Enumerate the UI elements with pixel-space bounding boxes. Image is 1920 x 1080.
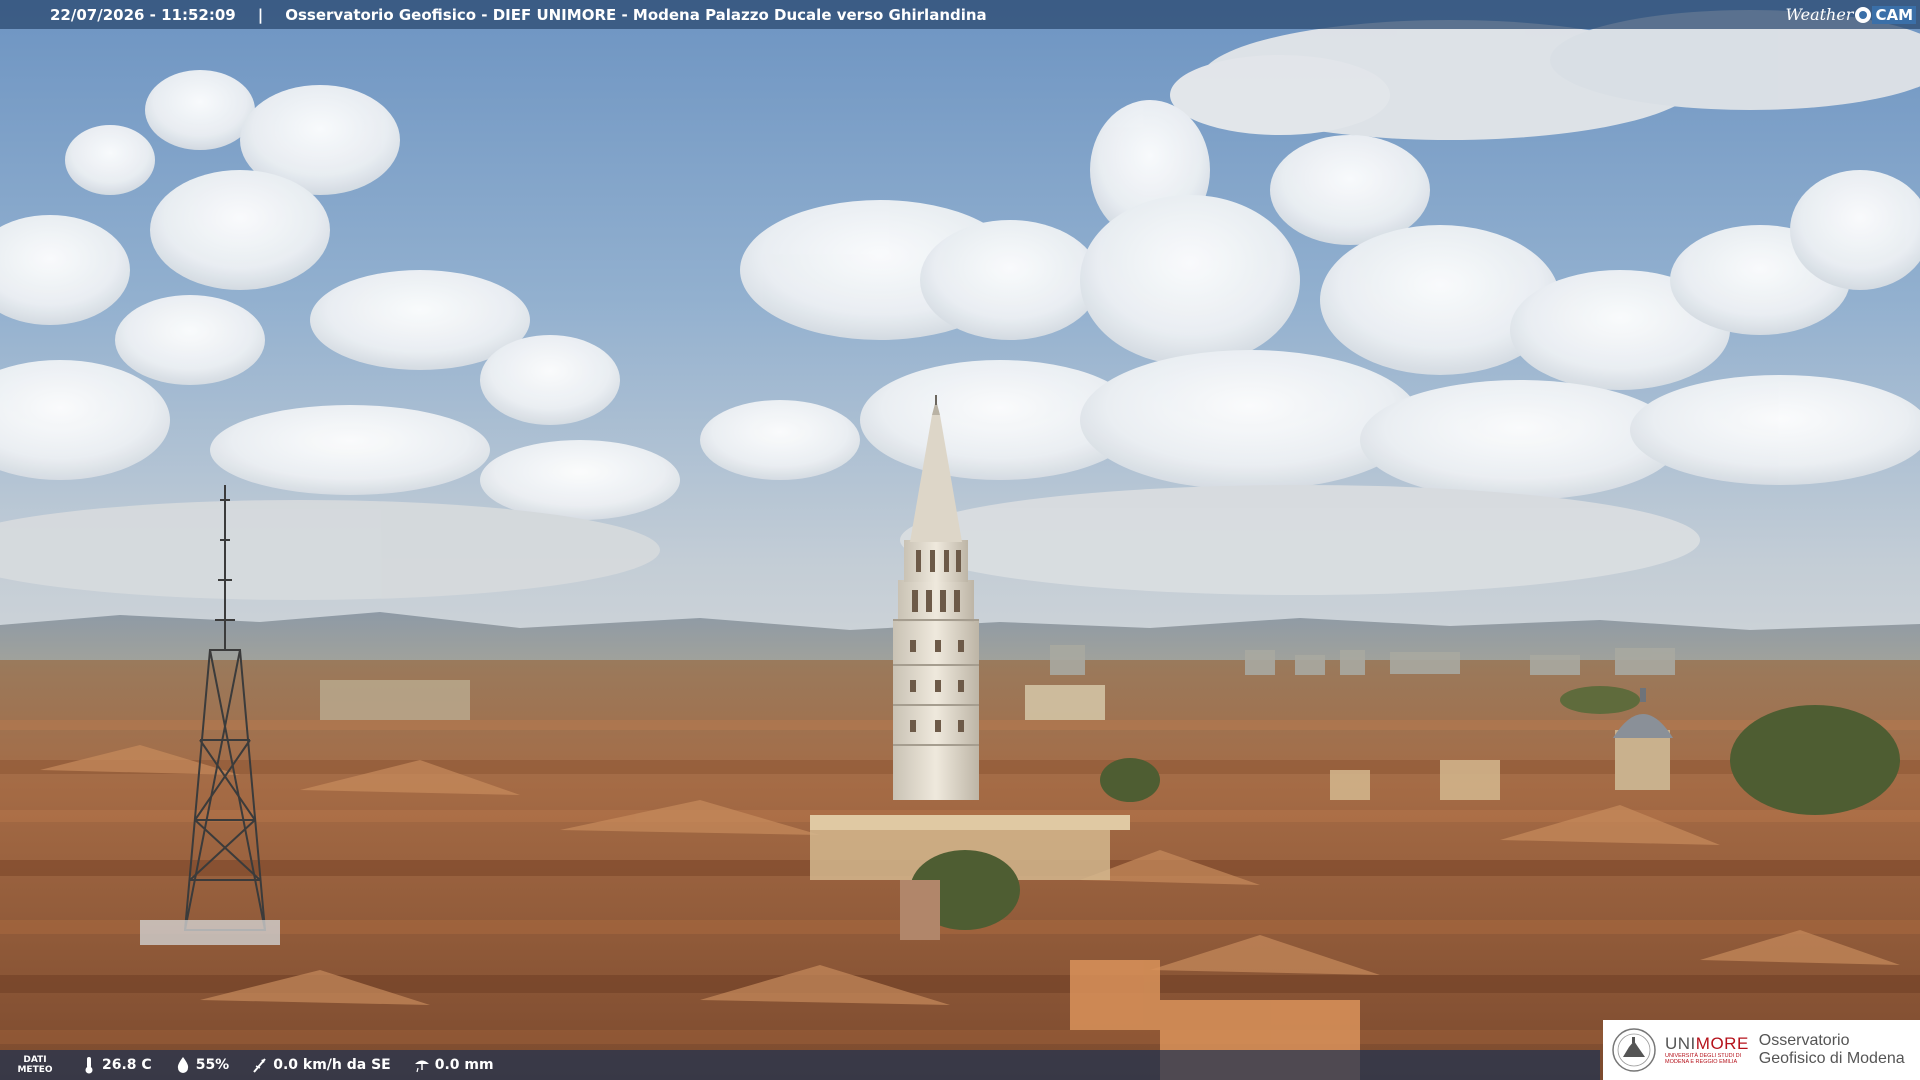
weathercam-logo: Weather CAM	[1785, 3, 1916, 26]
weather-data-bar: DATI METEO 26.8 C 55% 0.0 km/h da SE 0.0…	[0, 1050, 1600, 1080]
humidity-value: 55%	[195, 1057, 230, 1073]
unimore-subtitle: UNIVERSITÀ DEGLI STUDI DI MODENA E REGGI…	[1665, 1053, 1742, 1065]
brand-weather: Weather	[1785, 5, 1854, 24]
webcam-title-bar: 22/07/2026 - 11:52:09 | Osservatorio Geo…	[0, 0, 1920, 29]
unimore-logo-box: UNIMORE UNIVERSITÀ DEGLI STUDI DI MODENA…	[1603, 1020, 1920, 1080]
rain-reading: 0.0 mm	[413, 1056, 494, 1074]
rain-value: 0.0 mm	[434, 1057, 494, 1073]
unimore-name: UNIMORE	[1665, 1035, 1749, 1053]
unimore-wordmark: UNIMORE UNIVERSITÀ DEGLI STUDI DI MODENA…	[1665, 1035, 1749, 1066]
thermometer-icon	[85, 1057, 93, 1074]
weather-label-line2: METEO	[17, 1065, 53, 1075]
rain-gauge-icon	[414, 1060, 429, 1073]
weather-label-line1: DATI	[23, 1055, 47, 1065]
observatory-name: Osservatorio Geofisico di Modena	[1758, 1032, 1905, 1067]
webcam-image	[0, 0, 1920, 1080]
brand-cam: CAM	[1872, 5, 1916, 24]
humidity-reading: 55%	[174, 1056, 230, 1074]
timestamp: 22/07/2026 - 11:52:09	[50, 5, 236, 24]
wind-value: 0.0 km/h da SE	[273, 1057, 391, 1073]
temperature-value: 26.8 C	[102, 1057, 152, 1073]
university-seal-icon	[1612, 1028, 1656, 1072]
unimore-suffix: MORE	[1695, 1034, 1749, 1053]
temperature-reading: 26.8 C	[80, 1056, 152, 1074]
webcam-caption: Osservatorio Geofisico - DIEF UNIMORE - …	[285, 5, 987, 24]
title-separator: |	[257, 5, 264, 24]
wind-icon	[253, 1058, 266, 1073]
wind-reading: 0.0 km/h da SE	[251, 1056, 391, 1074]
weather-data-label: DATI METEO	[10, 1055, 60, 1075]
webcam-frame: 22/07/2026 - 11:52:09 | Osservatorio Geo…	[0, 0, 1920, 1080]
droplet-icon	[177, 1057, 188, 1073]
camera-lens-icon	[1855, 6, 1872, 23]
unimore-prefix: UNI	[1665, 1034, 1696, 1053]
